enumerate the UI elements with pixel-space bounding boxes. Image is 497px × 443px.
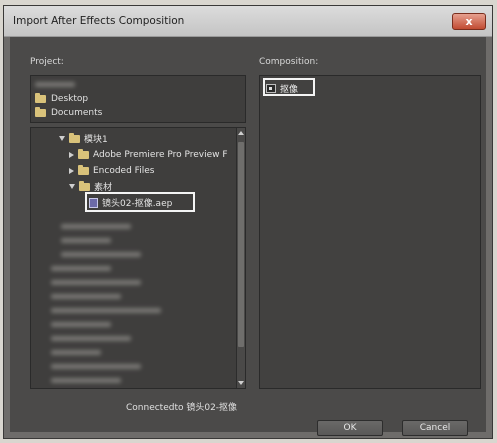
expand-arrow-icon[interactable] <box>69 184 75 189</box>
folder-icon <box>78 148 89 159</box>
blurred-item <box>51 378 121 383</box>
blurred-item <box>61 224 131 229</box>
folder-icon <box>35 93 46 103</box>
scroll-down-icon[interactable] <box>238 381 244 385</box>
tree-item-label: Adobe Premiere Pro Preview F <box>93 149 228 160</box>
selection-highlight <box>85 192 195 212</box>
dialog-body: Project: Composition: Desktop Documents … <box>10 37 486 436</box>
tree-scrollbar[interactable] <box>236 128 245 388</box>
folder-icon <box>69 132 80 143</box>
folder-icon <box>78 164 89 175</box>
blurred-item <box>51 364 141 369</box>
ok-button[interactable]: OK <box>317 420 383 436</box>
status-text: Connectedto 镜头02-抠像 <box>126 403 238 413</box>
folder-icon <box>35 107 46 117</box>
tree-item-label: 模块1 <box>84 135 108 145</box>
blurred-item <box>51 336 131 341</box>
blurred-item <box>61 252 141 257</box>
composition-label: Composition: <box>259 57 319 67</box>
collapse-arrow-icon[interactable] <box>69 167 74 174</box>
places-list: Desktop Documents <box>30 75 246 123</box>
close-button[interactable]: x <box>452 13 486 30</box>
tree-item[interactable]: Adobe Premiere Pro Preview F <box>69 148 228 161</box>
blurred-item <box>51 280 141 285</box>
import-dialog: Import After Effects Composition x Proje… <box>3 5 493 439</box>
collapse-arrow-icon[interactable] <box>69 151 74 158</box>
blurred-item <box>51 308 161 313</box>
blurred-item <box>51 294 121 299</box>
selection-highlight <box>263 78 315 96</box>
blurred-item <box>61 238 111 243</box>
cancel-button[interactable]: Cancel <box>402 420 468 436</box>
place-label: Desktop <box>51 94 89 104</box>
project-label: Project: <box>30 57 64 67</box>
tree-item-label: Encoded Files <box>93 165 155 176</box>
project-tree: 模块1 Adobe Premiere Pro Preview F Encoded… <box>30 127 246 389</box>
scroll-thumb[interactable] <box>238 142 244 347</box>
scroll-up-icon[interactable] <box>238 131 244 135</box>
title-bar[interactable]: Import After Effects Composition x <box>4 6 492 37</box>
blurred-item <box>51 350 101 355</box>
dialog-title: Import After Effects Composition <box>13 15 185 27</box>
place-label: Documents <box>51 108 103 118</box>
tree-item[interactable]: 模块1 <box>59 132 108 145</box>
blurred-item <box>35 82 75 87</box>
place-item-desktop[interactable]: Desktop <box>35 93 89 104</box>
blurred-item <box>51 266 111 271</box>
folder-icon <box>79 180 90 191</box>
blurred-item <box>51 322 111 327</box>
close-icon: x <box>465 15 473 28</box>
place-item-documents[interactable]: Documents <box>35 107 103 118</box>
expand-arrow-icon[interactable] <box>59 136 65 141</box>
composition-list: 抠像 <box>259 75 481 389</box>
tree-item[interactable]: Encoded Files <box>69 164 154 177</box>
